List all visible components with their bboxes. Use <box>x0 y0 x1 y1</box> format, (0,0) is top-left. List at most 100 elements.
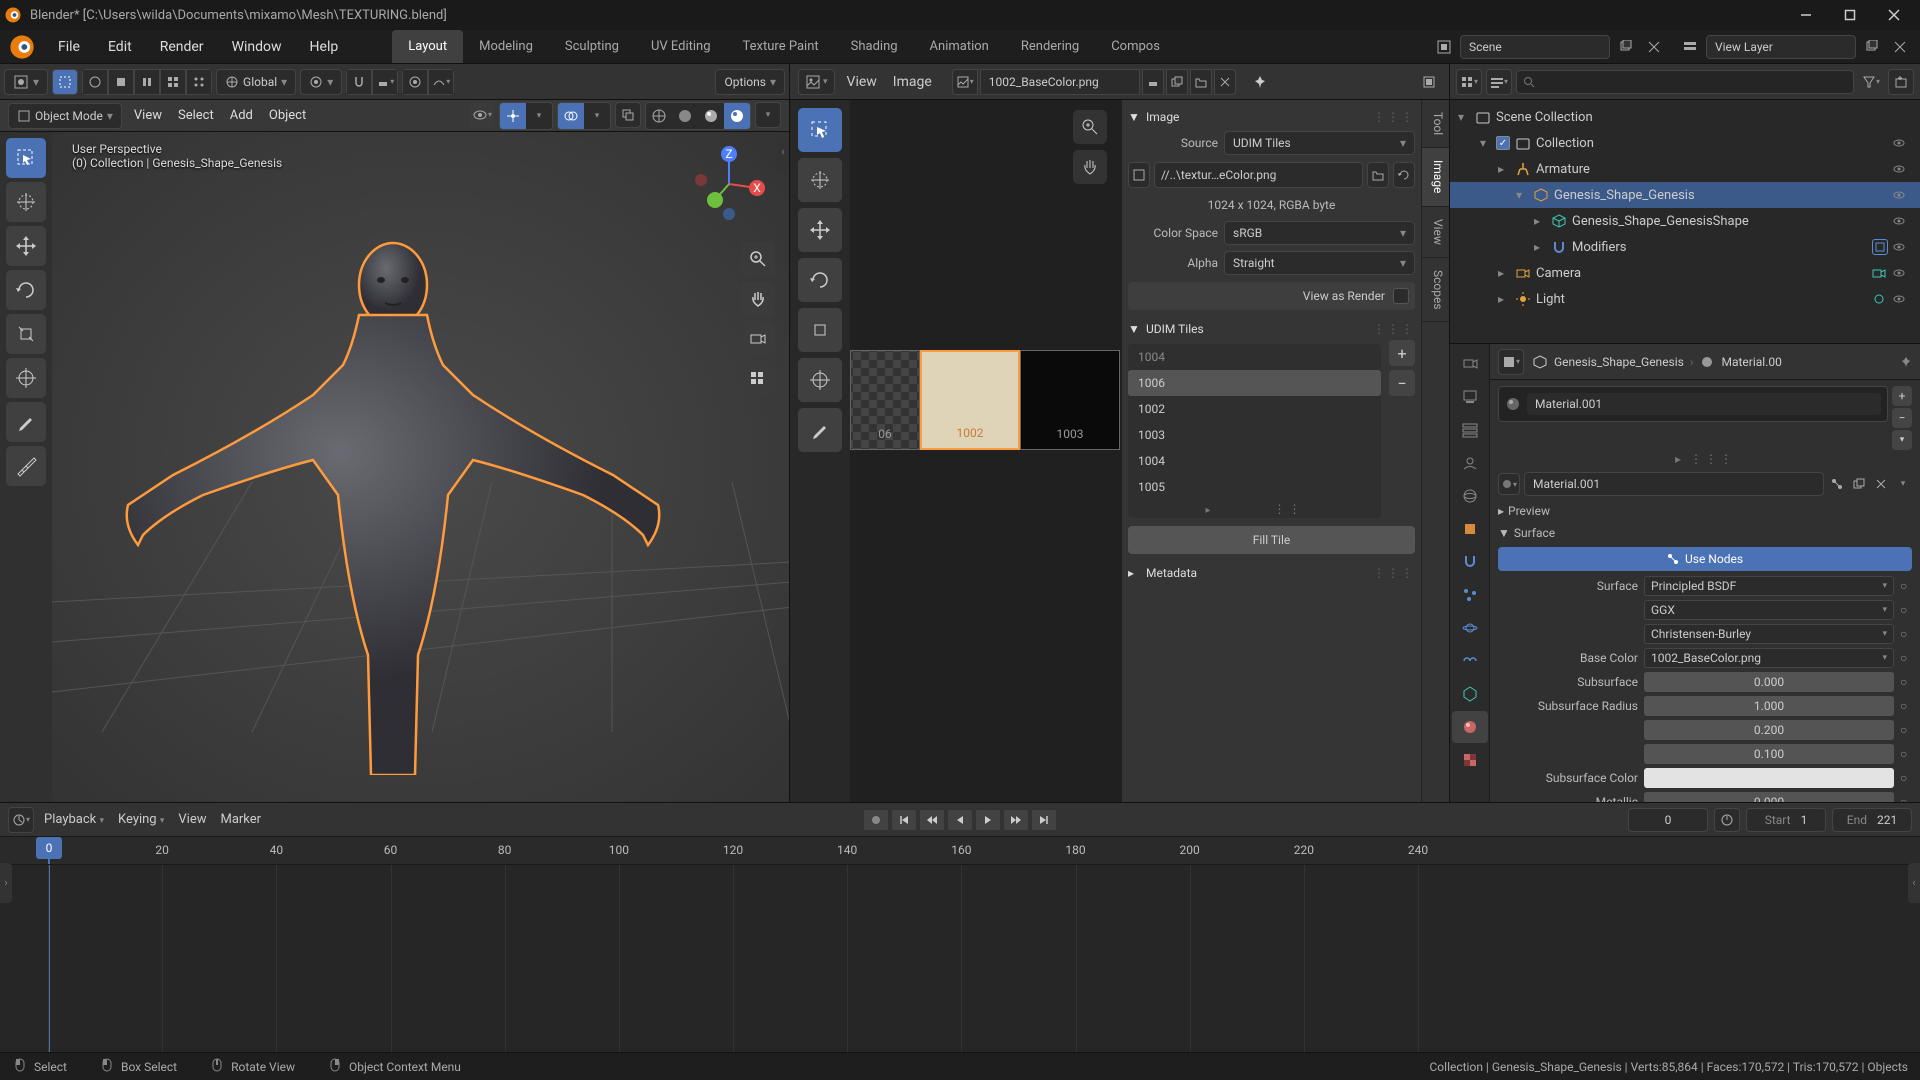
mat-unlink-icon[interactable] <box>1872 473 1890 495</box>
prop-tab-physics[interactable] <box>1452 612 1488 644</box>
udim-item-1004[interactable]: 1004 <box>1128 448 1381 474</box>
udim-item-1002[interactable]: 1002 <box>1128 396 1381 422</box>
menu-render[interactable]: Render <box>146 30 218 63</box>
udim-item-1005[interactable]: 1005 <box>1128 474 1381 500</box>
wireframe-shading[interactable] <box>646 103 672 129</box>
source-dropdown[interactable]: UDIM Tiles▾ <box>1224 131 1415 155</box>
select-tool-icon[interactable] <box>52 69 78 95</box>
jump-end-button[interactable] <box>1031 809 1057 831</box>
timeline-body[interactable] <box>0 865 1920 1052</box>
menu-edit[interactable]: Edit <box>94 30 146 63</box>
color-swatch[interactable] <box>1644 768 1894 788</box>
alpha-dropdown[interactable]: Straight▾ <box>1224 251 1415 275</box>
img-rotate-tool[interactable] <box>798 258 842 302</box>
prop-tab-render[interactable] <box>1452 348 1488 380</box>
proportional-type[interactable]: ▾ <box>428 69 454 95</box>
material-name-input[interactable]: Material.001 <box>1524 472 1824 496</box>
vp-menu-view[interactable]: View <box>134 108 162 123</box>
blender-logo-icon[interactable] <box>8 33 36 61</box>
browse-scene-icon[interactable] <box>1432 35 1456 59</box>
current-frame-input[interactable]: 0 <box>1628 808 1708 832</box>
tree-item-armature[interactable]: ▸Armature <box>1450 156 1920 182</box>
prop-tab-scene[interactable] <box>1452 447 1488 479</box>
xray-toggle[interactable] <box>615 102 641 128</box>
folder-icon[interactable] <box>1367 162 1389 188</box>
view-as-render-checkbox[interactable] <box>1393 288 1409 304</box>
transform-tool[interactable] <box>6 358 46 398</box>
prop-tab-modifier[interactable] <box>1452 546 1488 578</box>
pin-icon[interactable] <box>1248 70 1272 94</box>
next-key-button[interactable] <box>1003 809 1029 831</box>
snap-type-dropdown[interactable]: ▾ <box>372 69 398 95</box>
scene-input[interactable]: Scene <box>1460 35 1610 59</box>
preview-section[interactable]: ▸Preview <box>1498 500 1912 522</box>
pivot-dropdown[interactable]: ▾ <box>300 69 342 95</box>
image-unlink-icon[interactable] <box>1214 69 1236 95</box>
tree-item-modifiers[interactable]: ▸Modifiers <box>1450 234 1920 260</box>
outliner-type-icon[interactable]: ▾ <box>1456 69 1482 95</box>
snap-btn-3[interactable] <box>134 69 160 95</box>
fill-tile-button[interactable]: Fill Tile <box>1128 526 1415 554</box>
img-cursor-tool[interactable] <box>798 158 842 202</box>
prop-tab-object[interactable] <box>1452 513 1488 545</box>
browse-viewlayer-icon[interactable] <box>1678 35 1702 59</box>
snap-toggle[interactable] <box>346 69 372 95</box>
prop-slider[interactable]: 0.000 <box>1644 792 1894 802</box>
tl-menu-marker[interactable]: Marker <box>220 812 261 827</box>
udim-add-button[interactable]: + <box>1389 340 1415 366</box>
measure-tool[interactable] <box>6 446 46 486</box>
new-viewlayer-icon[interactable] <box>1860 35 1884 59</box>
pan-icon[interactable] <box>741 282 775 316</box>
tree-item-genesis-shape-genesisshape[interactable]: ▸Genesis_Shape_GenesisShape <box>1450 208 1920 234</box>
tree-scene-collection[interactable]: ▾ Scene Collection <box>1450 104 1920 130</box>
viewport-canvas[interactable]: User Perspective (0) Collection | Genesi… <box>52 132 789 802</box>
timeline-collapse-left[interactable]: › <box>0 863 12 903</box>
tl-menu-view[interactable]: View <box>178 812 206 827</box>
editor-type-dropdown[interactable]: ▾ <box>4 69 48 95</box>
prop-tab-texture[interactable] <box>1452 744 1488 776</box>
vp-menu-add[interactable]: Add <box>230 108 253 123</box>
timeline-collapse-right[interactable]: ‹ <box>1908 863 1920 903</box>
image-filename-input[interactable]: 1002_BaseColor.png <box>980 69 1140 95</box>
frame-range-icon[interactable] <box>1714 808 1740 832</box>
prop-pin-icon[interactable] <box>1900 356 1912 368</box>
slot-add-button[interactable]: + <box>1892 386 1912 406</box>
path-icon[interactable] <box>1128 162 1150 188</box>
material-slot[interactable]: Material.001 <box>1498 386 1888 422</box>
prop-tab-material[interactable] <box>1452 711 1488 743</box>
tab-texture-paint[interactable]: Texture Paint <box>727 30 835 63</box>
breadcrumb-material[interactable]: Material.00 <box>1721 355 1781 369</box>
select-box-tool[interactable] <box>6 138 46 178</box>
viewlayer-input[interactable]: View Layer <box>1706 35 1856 59</box>
gizmo-dropdown[interactable]: ▾ <box>526 103 552 129</box>
timeline-type-icon[interactable]: ▾ <box>8 807 34 833</box>
snap-btn-4[interactable] <box>160 69 186 95</box>
prop-tab-data[interactable] <box>1452 678 1488 710</box>
sidebar-toggle[interactable]: ‹ <box>777 132 789 172</box>
image-open-icon[interactable] <box>1190 69 1212 95</box>
udim-panel-header[interactable]: ▼UDIM Tiles⋮⋮⋮ <box>1128 318 1415 340</box>
snap-btn-2[interactable] <box>108 69 134 95</box>
tl-menu-keying[interactable]: Keying ▾ <box>118 812 164 827</box>
img-scale-tool[interactable] <box>798 308 842 352</box>
minimize-button[interactable] <box>1784 0 1828 30</box>
material-browse-icon[interactable]: ▾ <box>1498 473 1520 495</box>
start-frame-input[interactable]: Start1 <box>1746 808 1826 832</box>
img-menu-view[interactable]: View <box>847 74 877 90</box>
image-path-input[interactable]: //..\textur…eColor.png <box>1154 162 1363 188</box>
prop-field[interactable]: GGX▾ <box>1644 600 1894 620</box>
prop-field[interactable]: Principled BSDF▾ <box>1644 576 1894 596</box>
img-menu-image[interactable]: Image <box>893 74 932 90</box>
mat-dropdown-icon[interactable]: ▾ <box>1894 473 1912 495</box>
colorspace-dropdown[interactable]: sRGB▾ <box>1224 221 1415 245</box>
slot-remove-button[interactable]: − <box>1892 408 1912 428</box>
rotate-tool[interactable] <box>6 270 46 310</box>
outliner-tree[interactable]: ▾ Scene Collection ▾✓Collection▸Armature… <box>1450 100 1920 343</box>
image-panel-header[interactable]: ▼Image⋮⋮⋮ <box>1128 106 1415 128</box>
rendered-shading[interactable] <box>724 103 750 129</box>
prop-tab-output[interactable] <box>1452 381 1488 413</box>
prop-tab-world[interactable] <box>1452 480 1488 512</box>
image-new-icon[interactable] <box>1166 69 1188 95</box>
surface-section[interactable]: ▼Surface <box>1498 522 1912 544</box>
vp-menu-object[interactable]: Object <box>269 108 306 123</box>
